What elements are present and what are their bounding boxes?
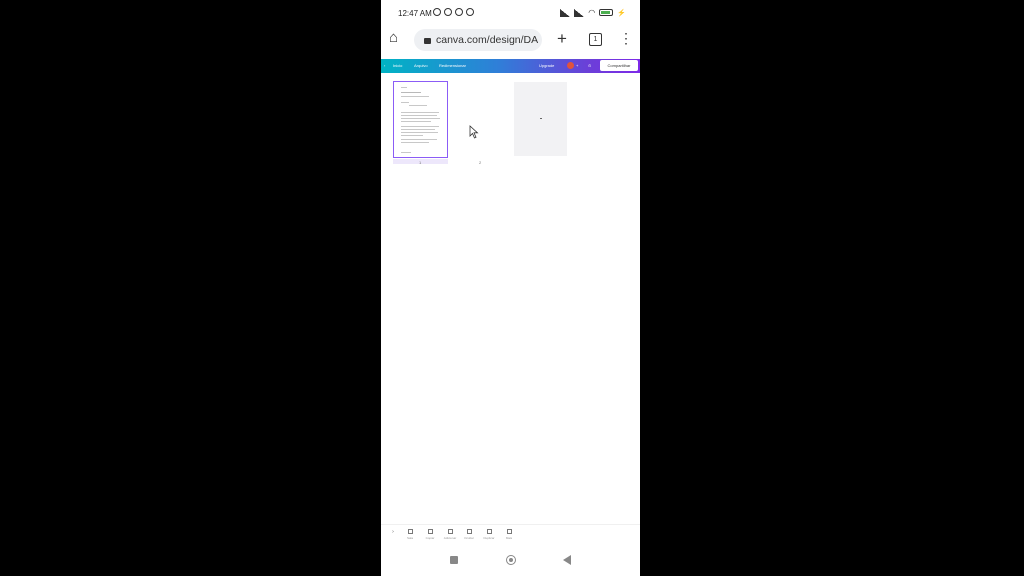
battery-icon xyxy=(599,9,614,16)
more-menu-icon[interactable]: ⋮ xyxy=(619,30,633,47)
tab-switcher-button[interactable]: 1 xyxy=(589,33,602,46)
plus-icon[interactable]: + xyxy=(576,63,578,68)
page-text-line xyxy=(401,142,429,143)
page-text-line xyxy=(401,152,411,153)
home-nav-icon[interactable] xyxy=(506,555,516,565)
tool-duplicate[interactable]: Duplicar xyxy=(482,529,496,540)
page-text-line xyxy=(401,121,431,122)
page-text-line xyxy=(401,135,423,136)
tool-copy[interactable]: Copiar xyxy=(423,529,437,540)
add-page-button[interactable] xyxy=(514,82,567,156)
page-text-line xyxy=(401,92,421,93)
hide-icon xyxy=(466,529,472,534)
mute-icon xyxy=(444,8,452,16)
resize-button[interactable]: Redimensionar xyxy=(439,63,466,68)
avatar[interactable] xyxy=(567,62,574,69)
share-button[interactable]: Compartilhar xyxy=(600,60,638,71)
status-notification-icons xyxy=(433,8,474,16)
app-icon xyxy=(455,8,463,16)
page-text-line xyxy=(401,126,439,127)
bottom-toolbar: › Sala Copiar Adicionar Ocultar Duplicar… xyxy=(381,524,640,547)
status-system-icons: ◠ ⚡ xyxy=(560,8,626,17)
toolbar-expand-icon[interactable]: › xyxy=(386,529,400,535)
page-text-line xyxy=(401,118,440,119)
page-text-line xyxy=(401,115,437,116)
browser-toolbar: ⌂ canva.com/design/DA + 1 ⋮ xyxy=(381,26,640,56)
tool-more[interactable]: Mais xyxy=(502,529,516,540)
upgrade-button[interactable]: Upgrade xyxy=(539,63,554,68)
page-number-2: 2 xyxy=(479,160,482,165)
add-icon xyxy=(447,529,453,534)
back-chevron-icon[interactable]: ‹ xyxy=(384,63,385,68)
page-text-line xyxy=(401,112,439,113)
tool-add[interactable]: Adicionar xyxy=(443,529,457,540)
lock-icon xyxy=(424,38,431,44)
page-text-line xyxy=(409,105,427,106)
page-thumbnail-1[interactable] xyxy=(393,81,448,158)
new-tab-icon[interactable]: + xyxy=(557,29,567,49)
signal-icon xyxy=(560,8,571,17)
mouse-cursor-icon xyxy=(469,125,479,139)
address-bar[interactable]: canva.com/design/DA xyxy=(414,29,542,51)
page-grid: 1 2 xyxy=(381,74,640,524)
copy-icon xyxy=(427,529,433,534)
page-text-line xyxy=(401,139,437,140)
page-text-line xyxy=(401,132,438,133)
status-bar: 12:47 AM ◠ ⚡ xyxy=(381,0,640,26)
url-text: canva.com/design/DA xyxy=(436,34,539,46)
trash-icon xyxy=(407,529,413,534)
recents-icon[interactable] xyxy=(450,556,458,564)
file-menu[interactable]: Arquivo xyxy=(414,63,428,68)
page-text-line xyxy=(401,129,435,130)
page-number-1: 1 xyxy=(419,160,422,165)
more-icon xyxy=(506,529,512,534)
wifi-icon: ◠ xyxy=(588,8,596,17)
charging-icon: ⚡ xyxy=(617,9,626,17)
tool-hide[interactable]: Ocultar xyxy=(462,529,476,540)
tool-delete[interactable]: Sala xyxy=(403,529,417,540)
back-icon[interactable] xyxy=(563,555,571,565)
home-icon[interactable]: ⌂ xyxy=(389,30,405,46)
status-time: 12:47 AM xyxy=(398,9,432,18)
phone-screen: 12:47 AM ◠ ⚡ ⌂ canva.com/design/DA + 1 ⋮… xyxy=(381,0,640,576)
signal-icon-2 xyxy=(574,8,585,17)
page-thumbnail-2[interactable] xyxy=(454,81,509,158)
page-text-line xyxy=(401,102,409,103)
canva-header: ‹ Inicio Arquivo Redimensionar Upgrade +… xyxy=(381,59,640,73)
analytics-icon[interactable]: ⊙ xyxy=(588,63,591,68)
duplicate-icon xyxy=(486,529,492,534)
canva-home-link[interactable]: Inicio xyxy=(393,63,402,68)
page-text-line xyxy=(401,96,429,97)
page-text-line xyxy=(401,87,407,88)
moon-icon xyxy=(433,8,441,16)
android-nav-bar xyxy=(381,548,640,576)
add-page-icon xyxy=(540,118,542,119)
app-icon-2 xyxy=(466,8,474,16)
